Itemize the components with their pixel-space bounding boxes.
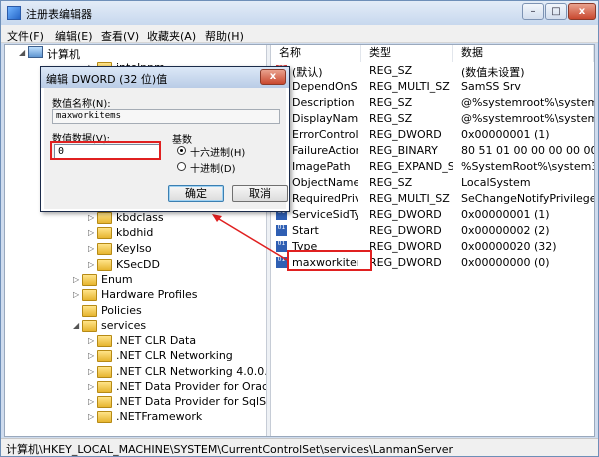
value-name-label: 数值名称(N): (52, 99, 111, 110)
radio-decimal[interactable] (177, 162, 186, 171)
value-data-highlight (50, 141, 161, 160)
radio-hex[interactable] (177, 146, 186, 155)
edit-dword-dialog: 编辑 DWORD (32 位)值 x 数值名称(N): maxworkitems… (40, 66, 290, 212)
value-name-field: maxworkitems (52, 109, 280, 124)
radio-decimal-label[interactable]: 十进制(D) (190, 160, 236, 175)
dialog-close-button[interactable]: x (260, 69, 286, 85)
dialog-title-bar[interactable]: 编辑 DWORD (32 位)值 x (41, 67, 289, 88)
cancel-button[interactable]: 取消 (232, 185, 288, 202)
base-group-label: 基数 (172, 135, 192, 146)
arrow-head (212, 214, 222, 222)
radio-hex-label[interactable]: 十六进制(H) (190, 144, 245, 159)
arrow-line (213, 215, 288, 261)
ok-button[interactable]: 确定 (168, 185, 224, 202)
dialog-title: 编辑 DWORD (32 位)值 (46, 73, 168, 86)
